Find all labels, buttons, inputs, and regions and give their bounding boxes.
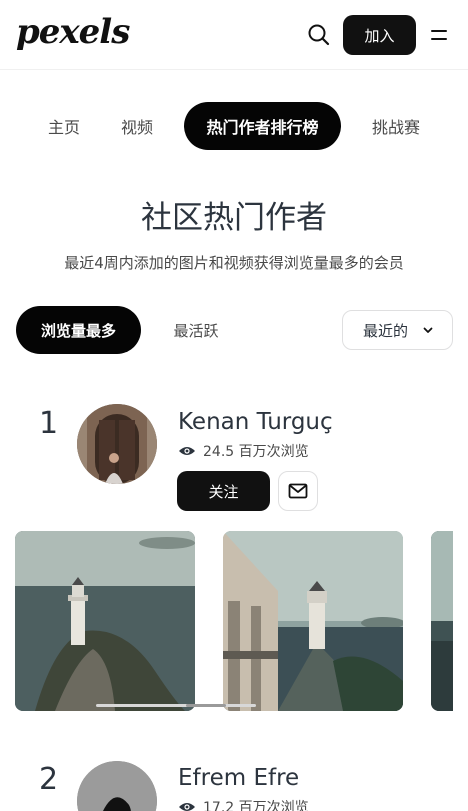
photo-thumbnail[interactable] bbox=[15, 531, 195, 711]
filter-most-views[interactable]: 浏览量最多 bbox=[16, 306, 141, 354]
carousel-scrollbar[interactable] bbox=[96, 704, 256, 707]
author-name[interactable]: Efrem Efre bbox=[178, 763, 299, 793]
author-rank: 2 bbox=[39, 762, 59, 797]
sort-selected-label: 最近的 bbox=[363, 321, 409, 340]
author-name[interactable]: Kenan Turguç bbox=[178, 407, 333, 437]
pexels-logo[interactable]: pexels bbox=[16, 12, 130, 52]
page-title: 社区热门作者 bbox=[141, 200, 327, 236]
menu-icon[interactable] bbox=[428, 22, 452, 48]
photo-thumbnail[interactable] bbox=[223, 531, 403, 711]
author-views: 17.2 百万次浏览 bbox=[178, 797, 309, 811]
message-button[interactable] bbox=[278, 471, 318, 511]
site-header: pexels 加入 bbox=[0, 0, 468, 70]
author-views-text: 24.5 百万次浏览 bbox=[203, 444, 309, 460]
sort-dropdown[interactable]: 最近的 bbox=[342, 310, 453, 350]
author-views: 24.5 百万次浏览 bbox=[178, 441, 309, 461]
tab-videos[interactable]: 视频 bbox=[114, 102, 160, 150]
eye-icon bbox=[179, 803, 195, 811]
join-button[interactable]: 加入 bbox=[343, 15, 416, 55]
tab-leaderboard[interactable]: 热门作者排行榜 bbox=[184, 102, 341, 150]
mail-icon bbox=[288, 483, 308, 499]
tab-challenges[interactable]: 挑战赛 bbox=[365, 102, 427, 150]
page-subtitle: 最近4周内添加的图片和视频获得浏览量最多的会员 bbox=[64, 254, 404, 272]
avatar[interactable] bbox=[77, 761, 157, 811]
chevron-down-icon bbox=[423, 327, 433, 333]
author-rank: 1 bbox=[39, 406, 59, 441]
author-views-text: 17.2 百万次浏览 bbox=[203, 800, 309, 811]
carousel-scroll-thumb[interactable] bbox=[186, 704, 226, 707]
search-icon[interactable] bbox=[306, 22, 332, 48]
tab-home[interactable]: 主页 bbox=[42, 102, 86, 150]
eye-icon bbox=[179, 447, 195, 455]
photo-thumbnail[interactable] bbox=[431, 531, 453, 711]
filter-most-active[interactable]: 最活跃 bbox=[158, 306, 234, 354]
follow-button[interactable]: 关注 bbox=[177, 471, 270, 511]
avatar[interactable] bbox=[77, 404, 157, 484]
